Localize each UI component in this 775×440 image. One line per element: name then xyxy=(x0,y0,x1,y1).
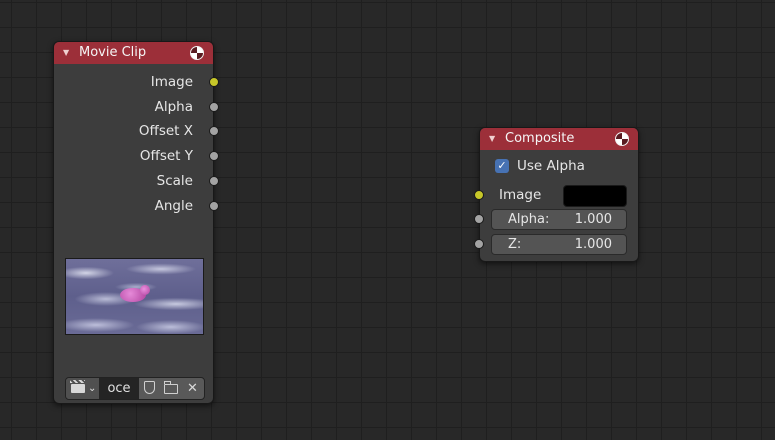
output-socket-angle[interactable] xyxy=(209,201,219,211)
output-offset-y: Offset Y xyxy=(54,144,219,168)
output-label: Scale xyxy=(156,173,193,189)
output-label: Offset X xyxy=(138,123,193,139)
input-socket-image[interactable] xyxy=(474,190,484,200)
z-value: 1.000 xyxy=(574,237,612,252)
alpha-value: 1.000 xyxy=(574,212,612,227)
alpha-label: Alpha: xyxy=(508,212,550,227)
image-input-label: Image xyxy=(499,187,542,203)
z-value-field[interactable]: Z: 1.000 xyxy=(491,234,627,255)
shield-icon xyxy=(144,381,155,394)
output-socket-offset-y[interactable] xyxy=(209,151,219,161)
output-label: Offset Y xyxy=(139,148,193,164)
close-icon: ✕ xyxy=(187,381,198,396)
output-label: Alpha xyxy=(154,99,193,115)
folder-icon xyxy=(163,381,178,394)
output-offset-x: Offset X xyxy=(54,119,219,143)
chevron-down-icon: ⌄ xyxy=(88,383,97,394)
movie-clip-node[interactable]: ▼ Movie Clip Image Alpha Offset X Offset… xyxy=(53,41,219,404)
output-angle: Angle xyxy=(54,194,219,218)
node-title: Composite xyxy=(505,131,575,146)
output-label: Image xyxy=(150,74,193,90)
clip-browse-dropdown[interactable]: ⌄ xyxy=(66,378,100,399)
use-alpha-checkbox[interactable]: ✓ xyxy=(495,159,509,173)
preview-toggle-icon[interactable] xyxy=(190,46,204,60)
preview-toggle-icon[interactable] xyxy=(615,132,629,146)
input-socket-alpha[interactable] xyxy=(474,214,484,224)
movie-clip-node-header[interactable]: ▼ Movie Clip xyxy=(54,42,213,64)
collapse-arrow-icon[interactable]: ▼ xyxy=(489,128,495,150)
output-label: Angle xyxy=(154,198,193,214)
output-scale: Scale xyxy=(54,169,219,193)
output-alpha: Alpha xyxy=(54,95,219,119)
node-title: Movie Clip xyxy=(79,45,147,60)
alpha-value-field[interactable]: Alpha: 1.000 xyxy=(491,209,627,230)
output-socket-alpha[interactable] xyxy=(209,102,219,112)
collapse-arrow-icon[interactable]: ▼ xyxy=(63,42,69,64)
composite-node[interactable]: ▼ Composite ✓ Use Alpha Image Alpha: 1.0… xyxy=(474,127,639,262)
clip-selector-toolbar: ⌄ oce ✕ xyxy=(65,377,205,400)
output-image: Image xyxy=(54,70,219,94)
unlink-clip-button[interactable]: ✕ xyxy=(182,378,203,399)
output-socket-image[interactable] xyxy=(209,77,219,87)
preview-object-head xyxy=(140,285,150,295)
z-label: Z: xyxy=(508,237,522,252)
image-color-field[interactable] xyxy=(563,185,627,207)
input-socket-z[interactable] xyxy=(474,239,484,249)
output-socket-offset-x[interactable] xyxy=(209,126,219,136)
output-socket-scale[interactable] xyxy=(209,176,219,186)
movie-clip-icon xyxy=(70,380,85,393)
clip-name-field[interactable]: oce xyxy=(99,378,139,399)
composite-node-header[interactable]: ▼ Composite xyxy=(480,128,638,150)
fake-user-button[interactable] xyxy=(140,378,161,399)
use-alpha-label: Use Alpha xyxy=(517,158,585,174)
clip-preview-image xyxy=(65,258,204,335)
open-clip-button[interactable] xyxy=(161,378,182,399)
